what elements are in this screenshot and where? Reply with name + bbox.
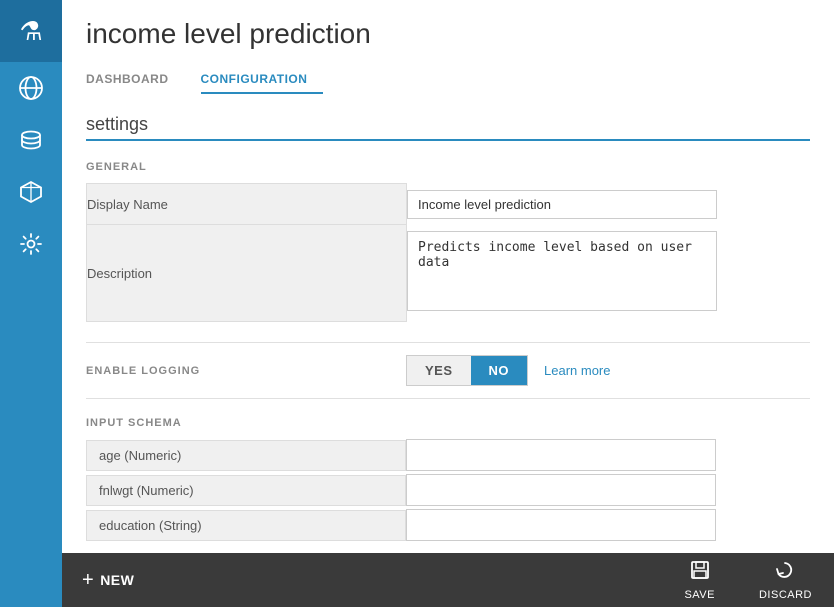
save-icon bbox=[689, 559, 711, 586]
schema-label-education: education (String) bbox=[86, 510, 406, 541]
description-row: Description bbox=[87, 225, 810, 322]
description-label: Description bbox=[87, 225, 407, 322]
tab-dashboard[interactable]: DASHBOARD bbox=[86, 64, 185, 94]
section-divider bbox=[86, 139, 810, 141]
sidebar-item-globe[interactable] bbox=[0, 62, 62, 114]
tab-bar: DASHBOARD CONFIGURATION bbox=[86, 64, 810, 94]
discard-icon bbox=[774, 559, 796, 586]
new-label: NEW bbox=[100, 572, 134, 588]
discard-label: DISCARD bbox=[759, 589, 812, 601]
new-button[interactable]: + NEW bbox=[62, 553, 154, 607]
schema-row-education: education (String) bbox=[86, 509, 810, 541]
learn-more-link[interactable]: Learn more bbox=[544, 363, 610, 378]
description-input[interactable] bbox=[407, 231, 717, 311]
sidebar-item-settings[interactable] bbox=[0, 218, 62, 270]
sidebar-logo: ⚗ bbox=[0, 0, 62, 62]
plus-icon: + bbox=[82, 569, 94, 592]
content-area: settings GENERAL Display Name Descriptio… bbox=[62, 94, 834, 553]
schema-label-age: age (Numeric) bbox=[86, 440, 406, 471]
general-label: GENERAL bbox=[86, 161, 810, 173]
save-label: SAVE bbox=[684, 589, 715, 601]
sidebar-item-cube[interactable] bbox=[0, 166, 62, 218]
general-form: Display Name Description bbox=[86, 183, 810, 322]
discard-button[interactable]: DISCARD bbox=[737, 553, 834, 607]
logging-yes-button[interactable]: YES bbox=[407, 356, 471, 385]
display-name-row: Display Name bbox=[87, 184, 810, 225]
schema-input-fnlwgt[interactable] bbox=[406, 474, 716, 506]
schema-label-fnlwgt: fnlwgt (Numeric) bbox=[86, 475, 406, 506]
flask-icon: ⚗ bbox=[19, 16, 42, 47]
schema-row-age: age (Numeric) bbox=[86, 439, 810, 471]
main-content: income level prediction DASHBOARD CONFIG… bbox=[62, 0, 834, 607]
toolbar: + NEW SAVE DISCARD bbox=[62, 553, 834, 607]
display-name-input[interactable] bbox=[407, 190, 717, 219]
save-button[interactable]: SAVE bbox=[662, 553, 737, 607]
schema-row-fnlwgt: fnlwgt (Numeric) bbox=[86, 474, 810, 506]
logging-toggle: YES NO bbox=[406, 355, 528, 386]
input-schema-label: INPUT SCHEMA bbox=[86, 417, 810, 429]
logging-label: ENABLE LOGGING bbox=[86, 365, 406, 377]
logging-no-button[interactable]: NO bbox=[471, 356, 528, 385]
sidebar: ⚗ bbox=[0, 0, 62, 607]
tab-configuration[interactable]: CONFIGURATION bbox=[201, 64, 324, 94]
page-title: income level prediction bbox=[86, 18, 810, 50]
settings-title: settings bbox=[86, 114, 810, 135]
schema-input-education[interactable] bbox=[406, 509, 716, 541]
input-schema-section: INPUT SCHEMA age (Numeric) fnlwgt (Numer… bbox=[86, 417, 810, 541]
logging-section: ENABLE LOGGING YES NO Learn more bbox=[86, 342, 810, 399]
header: income level prediction DASHBOARD CONFIG… bbox=[62, 0, 834, 94]
display-name-label: Display Name bbox=[87, 184, 407, 225]
schema-input-age[interactable] bbox=[406, 439, 716, 471]
sidebar-item-database[interactable] bbox=[0, 114, 62, 166]
